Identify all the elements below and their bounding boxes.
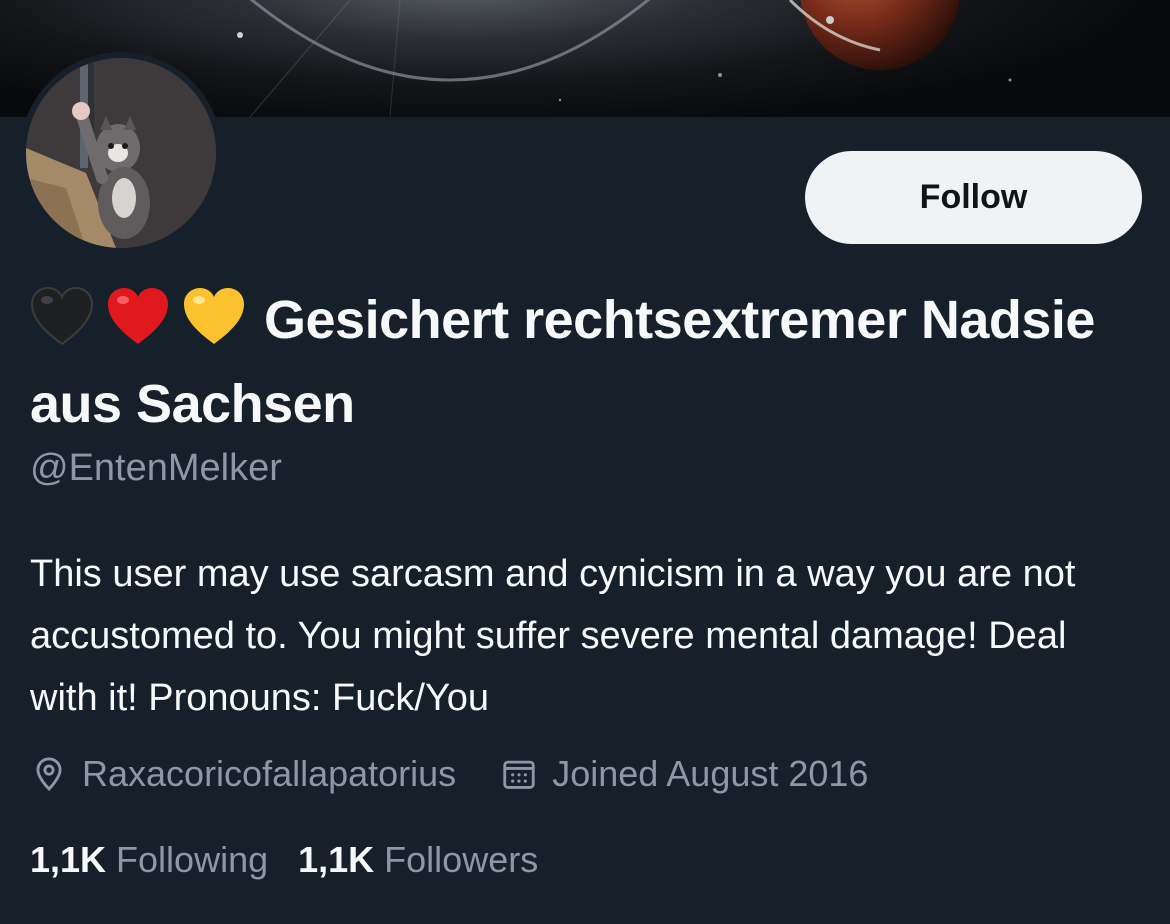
follow-button[interactable]: Follow	[805, 151, 1142, 244]
display-name: Gesichert rechtsextremer Nadsie aus Sach…	[30, 282, 1130, 442]
black-heart-icon	[30, 286, 94, 366]
location: Raxacoricofallapatorius	[30, 753, 456, 795]
follow-stats: 1,1K Following 1,1K Followers	[30, 836, 538, 884]
following-link[interactable]: 1,1K Following	[30, 839, 268, 881]
join-date-text: Joined August 2016	[552, 753, 869, 794]
calendar-icon	[500, 755, 538, 793]
profile-bio: This user may use sarcasm and cynicism i…	[30, 553, 1076, 719]
followers-link[interactable]: 1,1K Followers	[298, 839, 538, 881]
join-date: Joined August 2016	[500, 753, 868, 795]
yellow-heart-icon	[182, 286, 246, 366]
following-count: 1,1K	[30, 839, 107, 880]
profile-meta: Raxacoricofallapatorius Joined August 20…	[30, 750, 868, 798]
profile-page: Follow Gesichert rechtsextremer Nadsie a…	[0, 0, 1170, 924]
red-heart-icon	[106, 286, 170, 366]
following-label: Following	[116, 839, 269, 880]
location-pin-icon	[30, 755, 68, 793]
avatar-image	[26, 58, 216, 248]
followers-count: 1,1K	[298, 839, 375, 880]
user-handle: @EntenMelker	[30, 447, 282, 489]
followers-label: Followers	[384, 839, 539, 880]
location-text: Raxacoricofallapatorius	[82, 753, 457, 794]
kitten-photo-icon	[26, 58, 216, 248]
avatar[interactable]	[20, 52, 222, 254]
